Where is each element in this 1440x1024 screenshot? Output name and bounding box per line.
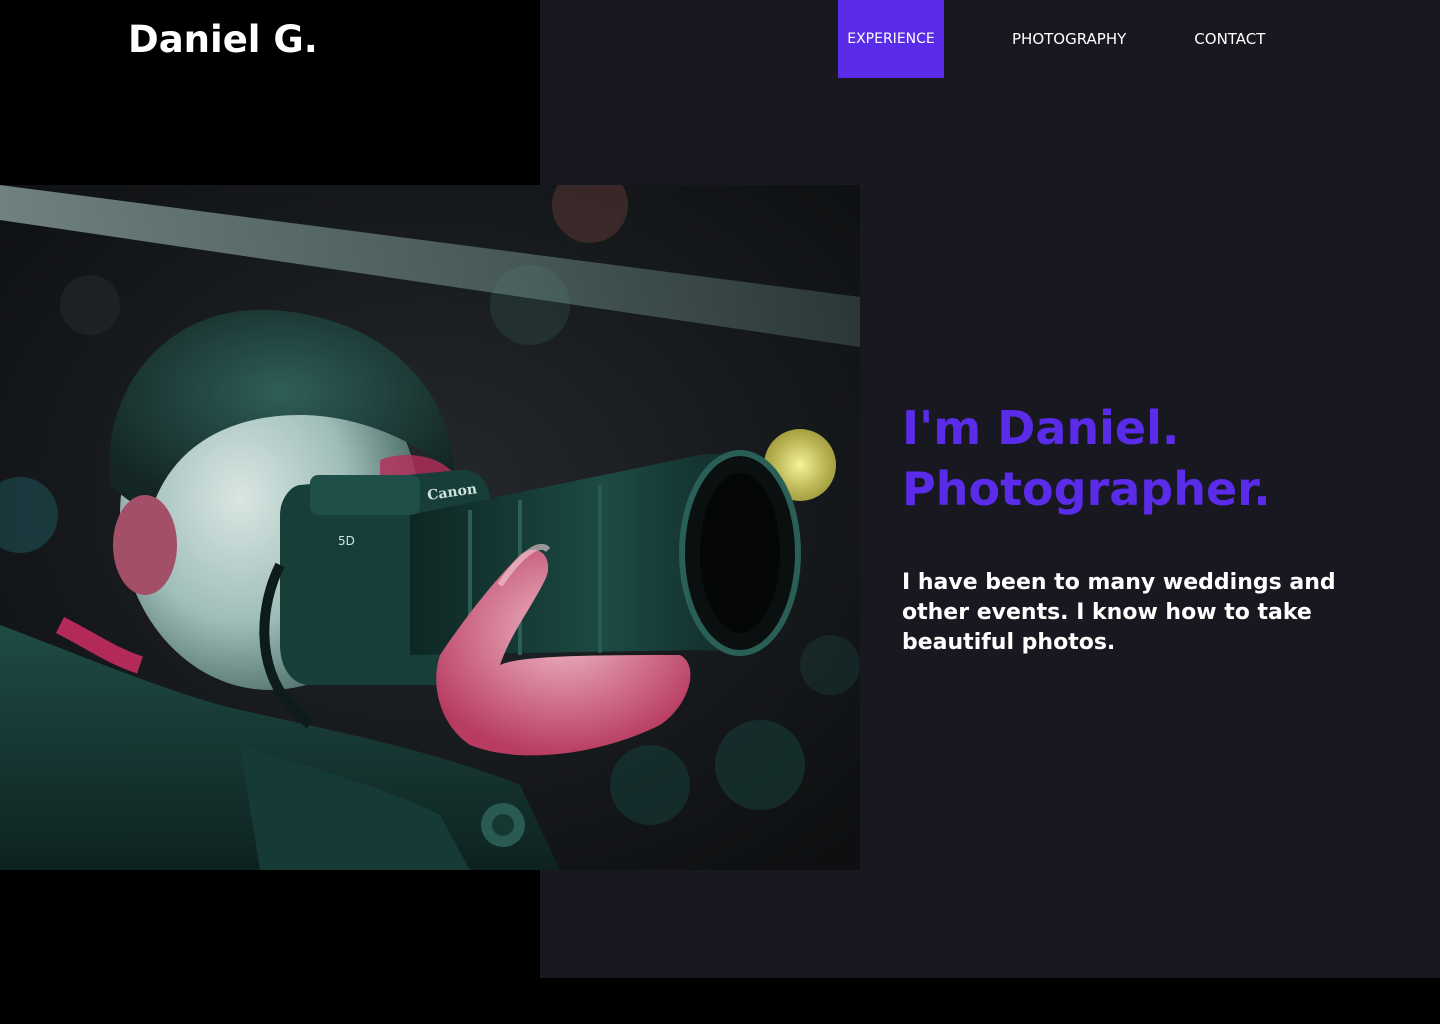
hero-headline: I'm Daniel. Photographer. [902, 398, 1271, 520]
main-nav: EXPERIENCE PHOTOGRAPHY CONTACT [838, 0, 1265, 78]
camera-model-label: 5D [338, 534, 355, 548]
nav-item-photography[interactable]: PHOTOGRAPHY [1012, 0, 1126, 78]
hero-photo: Canon 5D [0, 185, 860, 870]
headline-line-1: I'm Daniel. [902, 401, 1180, 455]
photographer-image: Canon 5D [0, 185, 860, 870]
nav-item-contact[interactable]: CONTACT [1194, 0, 1265, 78]
nav-item-experience[interactable]: EXPERIENCE [838, 0, 944, 78]
site-logo[interactable]: Daniel G. [128, 16, 318, 64]
hero-bio: I have been to many weddings and other e… [902, 570, 1336, 655]
headline-line-2: Photographer. [902, 462, 1271, 516]
page: Daniel G. EXPERIENCE PHOTOGRAPHY CONTACT [0, 0, 1440, 1024]
